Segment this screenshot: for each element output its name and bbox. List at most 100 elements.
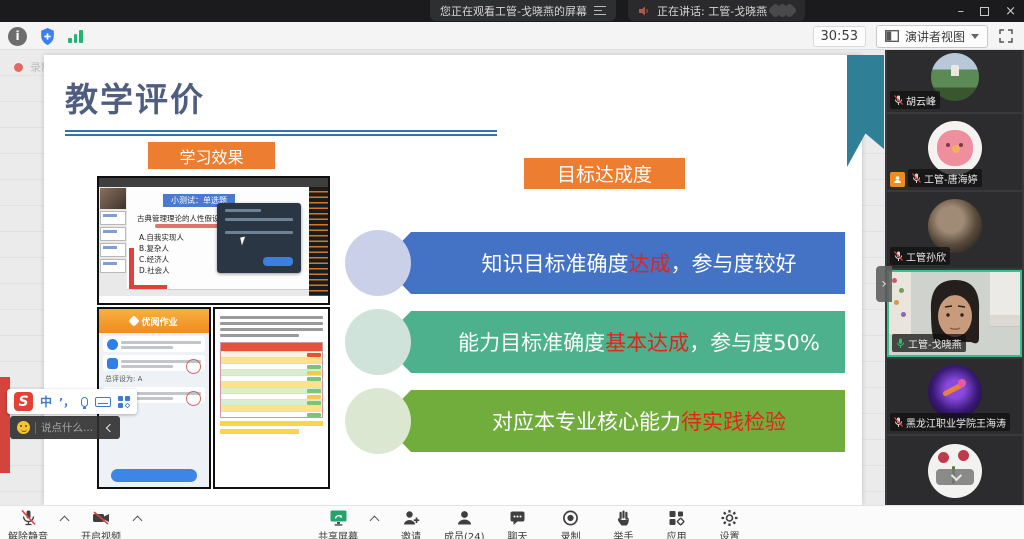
sogou-logo-icon[interactable]: S [14, 392, 33, 411]
avatar [928, 121, 982, 175]
raise-hand-icon [614, 509, 633, 527]
banner-circle [345, 388, 411, 454]
share-screen-icon [329, 509, 348, 527]
screen-options-menu-icon[interactable] [594, 6, 606, 15]
participant-tile[interactable]: 工管-唐海婷 [887, 114, 1022, 190]
banner-text: 知识目标准确度 [482, 248, 629, 278]
chat-button[interactable]: 聊天 [498, 509, 538, 539]
quiz-slide-area: 小测试：单选题 古典管理理论的人性假设是（ ） A.自我实现人 B.复杂人 C.… [127, 187, 309, 296]
banner-core-ability: 对应本专业核心能力待实践检验 [345, 390, 845, 452]
grade-stamp-icon [186, 391, 201, 406]
speaker-avatars-icon [774, 5, 795, 16]
banner-circle [345, 309, 411, 375]
share-screen-button[interactable]: 共享屏幕 [318, 509, 358, 539]
quiz-popup-button [263, 257, 293, 266]
meeting-info-icon[interactable]: i [8, 27, 27, 46]
chat-input[interactable]: 说点什么... [41, 420, 93, 435]
participant-tile[interactable] [887, 436, 1022, 505]
banner-highlight: 达成 [629, 248, 671, 278]
mic-muted-icon [19, 509, 38, 527]
participant-name: 工管孙欣 [906, 249, 946, 264]
speaking-label: 正在讲话: 工管-戈晓燕 [657, 3, 767, 19]
banner-ability-goal: 能力目标准确度基本达成，参与度50% [345, 311, 845, 373]
ime-punctuation-icon[interactable]: ’， [59, 394, 74, 410]
statusbar: i 30:53 演讲者视图 [0, 22, 1024, 50]
fullscreen-icon[interactable] [998, 28, 1014, 44]
participant-tile[interactable]: 胡云峰 [887, 50, 1022, 112]
quick-chat-bar[interactable]: 说点什么... [10, 416, 120, 439]
participant-tile-active-speaker[interactable]: 工管-戈晓燕 [887, 270, 1022, 357]
invite-button[interactable]: 邀请 [391, 509, 431, 539]
banner-highlight: 基本达成 [605, 327, 689, 357]
banner-knowledge-goal: 知识目标准确度达成，参与度较好 [345, 232, 845, 294]
video-options-chevron[interactable] [133, 516, 143, 526]
rubric-doc-screenshot [213, 307, 330, 489]
ime-keyboard-icon[interactable] [95, 397, 111, 407]
scroll-down-participants-button[interactable] [936, 469, 974, 485]
ime-chinese-mode-icon[interactable]: 中 [40, 393, 52, 410]
apps-button[interactable]: 应用 [657, 509, 697, 539]
speaker-icon [638, 5, 650, 17]
quiz-red-bracket [129, 248, 134, 290]
tag-learning-effect: 学习效果 [148, 142, 275, 169]
participant-tile[interactable]: 工管孙欣 [887, 192, 1022, 268]
banner-highlight: 待实践检验 [681, 406, 786, 436]
banner-circle [345, 230, 411, 296]
divider [35, 422, 36, 434]
ime-tools-icon[interactable] [118, 396, 130, 408]
speaking-banner: 正在讲话: 工管-戈晓燕 [628, 0, 805, 21]
rubric-footnote [220, 421, 323, 426]
collapse-chat-icon[interactable] [106, 423, 114, 431]
meeting-window: 您正在观看工管-戈晓燕的屏幕 正在讲话: 工管-戈晓燕 – × i [0, 0, 1024, 539]
homework-card [103, 336, 205, 352]
footer-toolbar: 解除静音 开启视频 [0, 505, 1024, 539]
members-button[interactable]: 成员(24) [444, 509, 485, 539]
share-options-chevron[interactable] [370, 516, 380, 526]
sidebar-collapse-handle[interactable]: › [876, 266, 892, 302]
participant-tile[interactable]: 黑龙江职业学院王海涛 [887, 359, 1022, 434]
cursor-icon [240, 237, 247, 246]
host-badge-icon [890, 172, 905, 187]
close-button[interactable]: × [1005, 4, 1016, 19]
mic-muted-icon [912, 173, 921, 184]
gear-icon [720, 509, 739, 527]
participants-sidebar: 胡云峰 工管-唐海婷 [885, 50, 1024, 505]
minimize-button[interactable]: – [958, 4, 965, 19]
quiz-chat-panel [309, 187, 328, 296]
security-shield-icon[interactable] [38, 27, 57, 46]
shared-screen-canvas: 录制中 教学评价 学习效果 目标达成度 小测试：单选题 古典管理理论的人性假设是… [0, 50, 885, 505]
recording-dot-icon [14, 63, 23, 72]
maximize-button[interactable] [980, 7, 989, 16]
homework-app-header: 优阅作业 [99, 309, 209, 333]
title-underline [65, 130, 497, 136]
banner-text: 能力目标准确度 [458, 327, 605, 357]
quiz-ppt-toolbar [99, 178, 328, 187]
quiz-popup-dialog [217, 203, 301, 273]
homework-card [103, 355, 205, 371]
quiz-screenshot: 小测试：单选题 古典管理理论的人性假设是（ ） A.自我实现人 B.复杂人 C.… [97, 176, 330, 305]
emoji-icon[interactable] [17, 421, 30, 434]
view-mode-selector[interactable]: 演讲者视图 [876, 25, 988, 48]
start-video-button[interactable]: 开启视频 [81, 509, 121, 539]
homework-app-logo-icon [129, 315, 140, 326]
participant-name: 胡云峰 [906, 93, 936, 108]
presentation-slide: 教学评价 学习效果 目标达成度 小测试：单选题 古典管理理论的人性假设是（ ） … [44, 55, 862, 505]
members-icon [455, 509, 474, 527]
layout-view-icon [885, 30, 899, 42]
quiz-thumbnail-panel [99, 187, 127, 296]
meeting-timer: 30:53 [813, 26, 866, 47]
record-button[interactable]: 录制 [551, 509, 591, 539]
titlebar: 您正在观看工管-戈晓燕的屏幕 正在讲话: 工管-戈晓燕 – × [0, 0, 1024, 22]
unmute-options-chevron[interactable] [60, 516, 70, 526]
ime-voice-icon[interactable] [81, 397, 88, 407]
grade-stamp-icon [186, 359, 201, 374]
mic-active-icon [896, 338, 905, 349]
avatar [928, 365, 982, 419]
raise-hand-button[interactable]: 举手 [604, 509, 644, 539]
quiz-options: A.自我实现人 B.复杂人 C.经济人 D.社会人 [139, 232, 184, 276]
unmute-button[interactable]: 解除静音 [8, 509, 48, 539]
homework-grade-note: 总评设为: A [105, 374, 203, 384]
network-signal-icon[interactable] [68, 29, 83, 43]
settings-button[interactable]: 设置 [710, 509, 750, 539]
participant-name: 工管-戈晓燕 [908, 336, 962, 351]
